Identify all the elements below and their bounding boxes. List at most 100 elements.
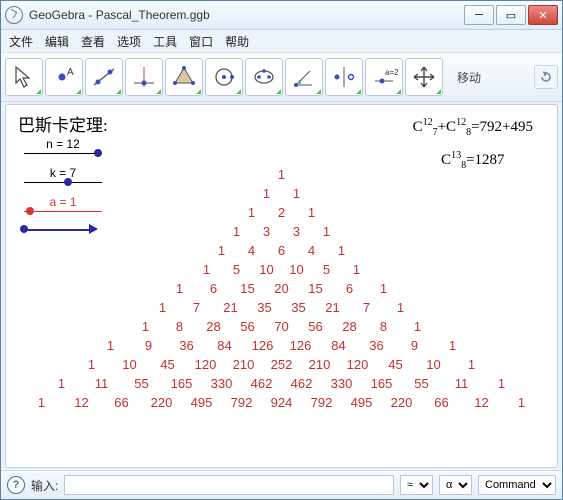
menu-tools[interactable]: 工具 — [153, 33, 177, 50]
menu-window[interactable]: 窗口 — [189, 33, 213, 50]
triangle-cell: 6 — [267, 243, 297, 258]
triangle-cell: 35 — [282, 300, 316, 315]
triangle-cell: 4 — [237, 243, 267, 258]
triangle-cell: 10 — [415, 357, 453, 372]
tool-transform[interactable] — [325, 58, 363, 96]
triangle-cell: 1 — [22, 395, 62, 410]
triangle-cell: 120 — [187, 357, 225, 372]
input-bar: ? 输入: ≈ α Command … — [1, 470, 562, 499]
tool-angle[interactable] — [285, 58, 323, 96]
triangle-cell: 10 — [252, 262, 282, 277]
slider-n[interactable]: n = 12 — [24, 137, 102, 154]
tool-point[interactable]: A — [45, 58, 83, 96]
window-title: GeoGebra - Pascal_Theorem.ggb — [29, 8, 464, 22]
triangle-cell: 924 — [262, 395, 302, 410]
menu-help[interactable]: 帮助 — [225, 33, 249, 50]
slider-n-label: n = 12 — [24, 137, 102, 151]
triangle-cell: 6 — [333, 281, 367, 296]
triangle-cell: 210 — [301, 357, 339, 372]
triangle-cell: 120 — [339, 357, 377, 372]
alpha-select[interactable]: α — [439, 475, 472, 495]
triangle-cell: 1 — [482, 376, 522, 391]
triangle-cell: 28 — [333, 319, 367, 334]
triangle-cell: 5 — [312, 262, 342, 277]
triangle-cell: 66 — [422, 395, 462, 410]
triangle-cell: 8 — [163, 319, 197, 334]
triangle-cell: 1 — [192, 262, 222, 277]
triangle-cell: 1 — [92, 338, 130, 353]
triangle-cell: 462 — [282, 376, 322, 391]
command-select[interactable]: Command … — [478, 475, 556, 495]
triangle-cell: 1 — [146, 300, 180, 315]
triangle-cell: 220 — [142, 395, 182, 410]
triangle-cell: 15 — [231, 281, 265, 296]
maximize-button[interactable]: ▭ — [496, 5, 526, 25]
triangle-cell: 35 — [248, 300, 282, 315]
triangle-cell: 792 — [222, 395, 262, 410]
tool-polygon[interactable] — [165, 58, 203, 96]
tool-pan[interactable] — [405, 58, 443, 96]
triangle-cell: 210 — [225, 357, 263, 372]
redo-button[interactable] — [534, 65, 558, 89]
triangle-cell: 36 — [358, 338, 396, 353]
command-input[interactable] — [64, 475, 394, 495]
triangle-cell: 1 — [502, 395, 542, 410]
close-button[interactable]: ✕ — [528, 5, 558, 25]
triangle-cell: 1 — [73, 357, 111, 372]
triangle-cell: 12 — [462, 395, 502, 410]
triangle-cell: 84 — [320, 338, 358, 353]
triangle-cell: 126 — [282, 338, 320, 353]
toolbar-mode-label: 移动 — [457, 69, 481, 86]
minimize-button[interactable]: ─ — [464, 5, 494, 25]
tool-line[interactable] — [85, 58, 123, 96]
triangle-cell: 10 — [111, 357, 149, 372]
menu-options[interactable]: 选项 — [117, 33, 141, 50]
triangle-cell: 1 — [384, 300, 418, 315]
tool-move[interactable] — [5, 58, 43, 96]
triangle-cell: 1 — [267, 167, 297, 182]
triangle-cell: 66 — [102, 395, 142, 410]
triangle-cell: 10 — [282, 262, 312, 277]
tool-conic[interactable] — [245, 58, 283, 96]
triangle-cell: 1 — [327, 243, 357, 258]
menu-file[interactable]: 文件 — [9, 33, 33, 50]
triangle-cell: 1 — [401, 319, 435, 334]
triangle-cell: 9 — [130, 338, 168, 353]
triangle-cell: 84 — [206, 338, 244, 353]
triangle-cell: 792 — [302, 395, 342, 410]
triangle-cell: 8 — [367, 319, 401, 334]
triangle-cell: 1 — [163, 281, 197, 296]
help-icon[interactable]: ? — [7, 476, 25, 494]
triangle-cell: 220 — [382, 395, 422, 410]
toolbar: A a=2 移动 — [1, 53, 562, 102]
triangle-cell: 126 — [244, 338, 282, 353]
triangle-cell: 7 — [350, 300, 384, 315]
triangle-cell: 1 — [297, 205, 327, 220]
triangle-cell: 1 — [453, 357, 491, 372]
triangle-cell: 3 — [282, 224, 312, 239]
triangle-cell: 1 — [312, 224, 342, 239]
triangle-cell: 4 — [297, 243, 327, 258]
triangle-cell: 36 — [168, 338, 206, 353]
triangle-cell: 1 — [342, 262, 372, 277]
symbol-select[interactable]: ≈ — [400, 475, 433, 495]
triangle-cell: 21 — [214, 300, 248, 315]
tool-perpendicular[interactable] — [125, 58, 163, 96]
triangle-cell: 1 — [367, 281, 401, 296]
triangle-cell: 1 — [434, 338, 472, 353]
pascal-triangle: 1111211331146411510105116152015611721353… — [6, 167, 557, 461]
triangle-cell: 495 — [182, 395, 222, 410]
triangle-cell: 21 — [316, 300, 350, 315]
triangle-cell: 1 — [237, 205, 267, 220]
triangle-cell: 15 — [299, 281, 333, 296]
menu-view[interactable]: 查看 — [81, 33, 105, 50]
triangle-cell: 9 — [396, 338, 434, 353]
tool-circle[interactable] — [205, 58, 243, 96]
menu-edit[interactable]: 编辑 — [45, 33, 69, 50]
triangle-cell: 45 — [377, 357, 415, 372]
graphics-view[interactable]: 巴斯卡定理: n = 12 k = 7 a = 1 C127+C128=792+… — [5, 104, 558, 468]
tool-slider[interactable]: a=2 — [365, 58, 403, 96]
formula-1: C127+C128=792+495 — [413, 115, 533, 140]
triangle-cell: 7 — [180, 300, 214, 315]
triangle-cell: 495 — [342, 395, 382, 410]
